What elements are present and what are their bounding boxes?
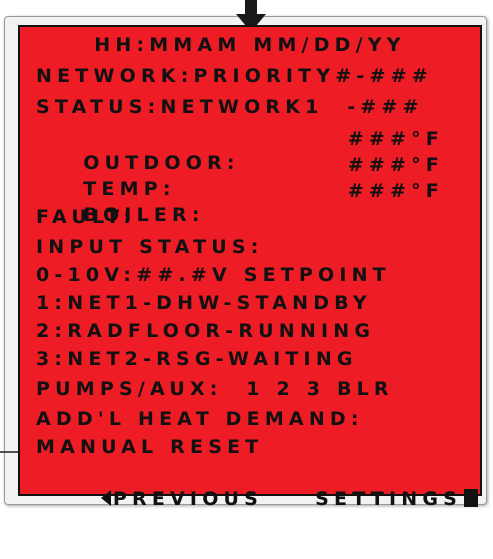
clock-date-header: HH:MMAM MM/DD/YY	[94, 34, 406, 56]
boiler-value: ###°F	[347, 180, 444, 202]
input-status-heading: INPUT STATUS:	[36, 236, 264, 258]
network-priority-line: NETWORK:PRIORITY#-###	[36, 65, 433, 87]
lcd-screen: HH:MMAM MM/DD/YY NETWORK:PRIORITY#-### S…	[18, 25, 482, 510]
previous-label: PREVIOUS	[112, 488, 264, 510]
status-line: STATUS:NETWORK1 -###	[36, 96, 424, 118]
left-triangle-icon	[100, 490, 111, 506]
settings-button[interactable]: SETTINGS	[244, 463, 478, 510]
zone2-line: 2:RADFLOOR-RUNNING	[36, 320, 376, 342]
pumps-aux-line: PUMPS/AUX: 1 2 3 BLR	[36, 378, 394, 400]
outdoor-value: ###°F	[347, 128, 444, 150]
block-cursor-icon	[464, 489, 478, 507]
outdoor-row: OUTDOOR: ###°F	[36, 127, 464, 174]
zone1-line: 1:NET1-DHW-STANDBY	[36, 292, 372, 314]
boiler-row: BOILER: ###°F	[36, 179, 464, 226]
manual-reset-option[interactable]: MANUAL RESET	[36, 435, 263, 459]
temp-value: ###°F	[347, 154, 444, 176]
analog-input-line: 0-10V:##.#V SETPOINT	[36, 264, 391, 286]
previous-button[interactable]: PREVIOUS	[30, 463, 263, 510]
nav-row: PREVIOUS SETTINGS	[36, 463, 478, 510]
fault-line: FAULT:	[36, 206, 137, 228]
settings-label: SETTINGS	[315, 488, 462, 510]
temp-row: TEMP: ###°F	[36, 153, 464, 200]
zone3-line: 3:NET2-RSG-WAITING	[36, 348, 358, 370]
additional-heat-demand-line: ADD'L HEAT DEMAND:	[36, 408, 364, 430]
